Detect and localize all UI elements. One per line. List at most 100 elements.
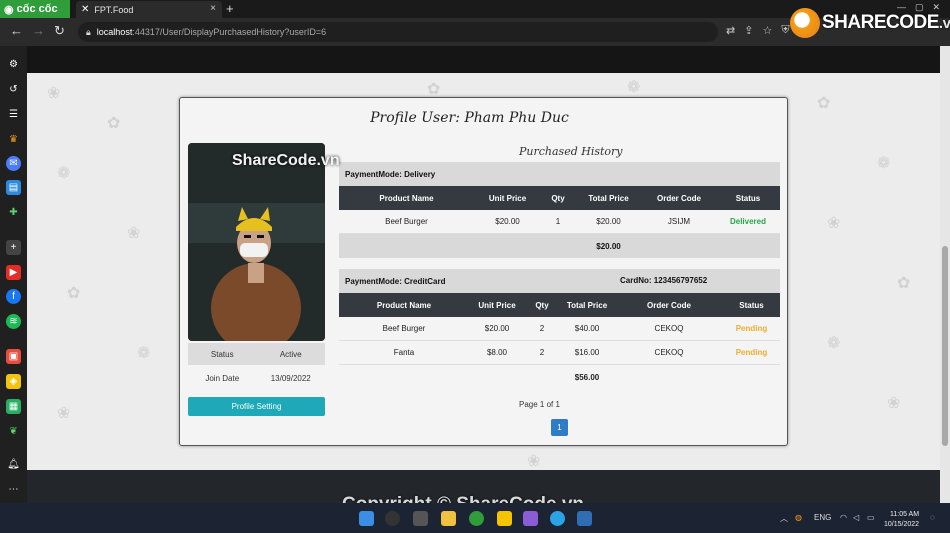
new-tab-button[interactable]: + xyxy=(226,0,238,18)
language-indicator[interactable]: ENG xyxy=(814,513,831,522)
notification-icon[interactable]: ◌ xyxy=(930,513,935,522)
app-green-icon[interactable]: ▦ xyxy=(6,399,21,414)
pagination-page-button[interactable]: 1 xyxy=(551,419,568,436)
cell-unit-price: $20.00 xyxy=(495,217,520,226)
history-icon[interactable]: ↺ xyxy=(6,82,21,97)
order-total: $56.00 xyxy=(574,372,600,382)
volume-icon[interactable]: ◁ xyxy=(853,513,859,522)
messenger-icon[interactable]: ✉ xyxy=(6,156,21,171)
pattern-deco-icon: ❀ xyxy=(57,405,71,422)
pattern-deco-icon: ❁ xyxy=(877,155,891,172)
scrollbar-thumb[interactable] xyxy=(942,246,948,446)
profile-title: Profile User: Pham Phu Duc xyxy=(370,110,569,126)
start-icon[interactable] xyxy=(359,511,374,526)
profile-setting-button[interactable]: Profile Setting xyxy=(188,397,325,416)
browser-sidebar: ⚙ ↺ ☰ ♛ ✉ ▤ ✚ + ▶ f ≋ ▣ ◈ ▦ ❦ 🔔︎ ⋯ xyxy=(0,46,27,503)
browser-tools: ⇄ ⇪ ☆ ⛨ xyxy=(726,24,790,37)
share-icon[interactable]: ⇪ xyxy=(744,24,753,37)
order-table: PaymentMode: Delivery Product Name Unit … xyxy=(339,162,780,258)
status-value: Active xyxy=(279,349,302,359)
col-total-price: Total Price xyxy=(588,193,629,203)
tray-chevron-icon[interactable]: ︿ xyxy=(780,513,788,524)
notification-bell-icon[interactable]: 🔔︎ xyxy=(6,457,21,472)
clock-date: 10/15/2022 xyxy=(884,521,920,528)
windows-taskbar: ︿ ◍ ENG ◠ ◁ ▭ 11:05 AM 10/15/2022 ◌ xyxy=(0,503,950,533)
table-row: Beef Burger $20.00 2 $40.00 CEKOQ Pendin… xyxy=(339,317,780,341)
file-explorer-icon[interactable] xyxy=(441,511,456,526)
order-total: $20.00 xyxy=(596,241,621,251)
status-label: Status xyxy=(210,349,234,359)
page-scrollbar[interactable] xyxy=(940,46,950,503)
address-bar[interactable]: 🔒︎ localhost:44317/User/DisplayPurchased… xyxy=(78,22,718,42)
table-header: Product Name Unit Price Qty Total Price … xyxy=(339,186,780,210)
list-icon[interactable]: ☰ xyxy=(6,107,21,122)
crown-icon[interactable]: ♛ xyxy=(6,132,21,147)
col-product-name: Product Name xyxy=(379,193,434,203)
reload-icon[interactable]: ↻ xyxy=(54,23,65,39)
col-product-name: Product Name xyxy=(376,300,432,310)
col-order-code: Order Code xyxy=(646,300,691,310)
clock-time: 11:05 AM xyxy=(889,511,920,518)
browser-tab[interactable]: ✕ FPT.Food × xyxy=(76,1,222,18)
globe-logo-icon xyxy=(790,8,820,38)
order-table: PaymentMode: CreditCard CardNo: 12345679… xyxy=(339,269,780,389)
shield-icon[interactable]: ⛨ xyxy=(781,24,789,37)
settings-icon[interactable]: ⚙ xyxy=(6,57,21,72)
col-total-price: Total Price xyxy=(566,300,608,310)
tray-app-icon[interactable]: ◍ xyxy=(795,513,802,522)
wifi-icon[interactable]: ◠ xyxy=(840,513,847,522)
notes-icon[interactable] xyxy=(497,511,512,526)
cell-qty: 1 xyxy=(555,217,561,226)
cell-status: Pending xyxy=(735,324,768,333)
table-row: Beef Burger $20.00 1 $20.00 JSIJM Delive… xyxy=(339,210,780,234)
url-host: localhost xyxy=(96,27,133,37)
more-icon[interactable]: ⋯ xyxy=(6,482,21,497)
translate-icon[interactable]: ⇄ xyxy=(726,24,735,37)
coccoc-taskbar-icon[interactable] xyxy=(469,511,484,526)
youtube-icon[interactable]: ▶ xyxy=(6,265,21,280)
system-clock[interactable]: 11:05 AM 10/15/2022 xyxy=(884,510,919,530)
cell-qty: 2 xyxy=(539,348,545,357)
join-date-row: Join Date 13/09/2022 xyxy=(188,367,325,389)
star-icon[interactable]: ☆ xyxy=(762,24,772,37)
search-icon[interactable] xyxy=(385,511,400,526)
col-status: Status xyxy=(739,300,764,310)
pattern-deco-icon: ✿ xyxy=(107,115,121,132)
order-total-row: $20.00 xyxy=(339,234,780,258)
battery-icon[interactable]: ▭ xyxy=(867,513,875,522)
site-favicon-icon: ✕ xyxy=(81,4,90,15)
pattern-deco-icon: ❀ xyxy=(47,85,61,102)
app-yellow-icon[interactable]: ◈ xyxy=(6,374,21,389)
col-unit-price: Unit Price xyxy=(488,193,527,203)
col-status: Status xyxy=(735,193,761,203)
python-icon[interactable] xyxy=(577,511,592,526)
card-number: CardNo: 123456797652 xyxy=(620,276,708,285)
tab-close-icon[interactable]: × xyxy=(210,3,216,14)
leaf-icon[interactable]: ❦ xyxy=(6,424,21,439)
facebook-icon[interactable]: f xyxy=(6,289,21,304)
pattern-deco-icon: ❁ xyxy=(627,79,641,96)
cell-total-price: $40.00 xyxy=(574,324,600,333)
vscode-icon[interactable] xyxy=(550,511,565,526)
profile-photo-image xyxy=(188,143,325,341)
col-order-code: Order Code xyxy=(656,193,701,203)
pattern-deco-icon: ❁ xyxy=(57,165,71,182)
watermark-top-text: SHARECODE xyxy=(822,12,939,33)
app-red-icon[interactable]: ▣ xyxy=(6,349,21,364)
col-qty: Qty xyxy=(551,193,565,203)
back-icon[interactable]: ← xyxy=(10,23,23,38)
cell-qty: 2 xyxy=(539,324,545,333)
chat-icon[interactable]: ▤ xyxy=(6,180,21,195)
task-view-icon[interactable] xyxy=(413,511,428,526)
forward-icon[interactable]: → xyxy=(32,23,45,38)
spotify-icon[interactable]: ≋ xyxy=(6,314,21,329)
order-total-row: $56.00 xyxy=(339,365,780,389)
visual-studio-icon[interactable] xyxy=(523,511,538,526)
purchased-history-title: Purchased History xyxy=(519,145,623,158)
browser-brand[interactable]: ◉ cốc cốc xyxy=(0,0,70,18)
gamepad-icon[interactable]: ✚ xyxy=(6,205,21,220)
payment-mode: PaymentMode: Delivery xyxy=(345,169,436,179)
payment-mode-bar: PaymentMode: Delivery xyxy=(339,162,780,186)
table-header: Product Name Unit Price Qty Total Price … xyxy=(339,293,780,317)
add-icon[interactable]: + xyxy=(6,240,21,255)
